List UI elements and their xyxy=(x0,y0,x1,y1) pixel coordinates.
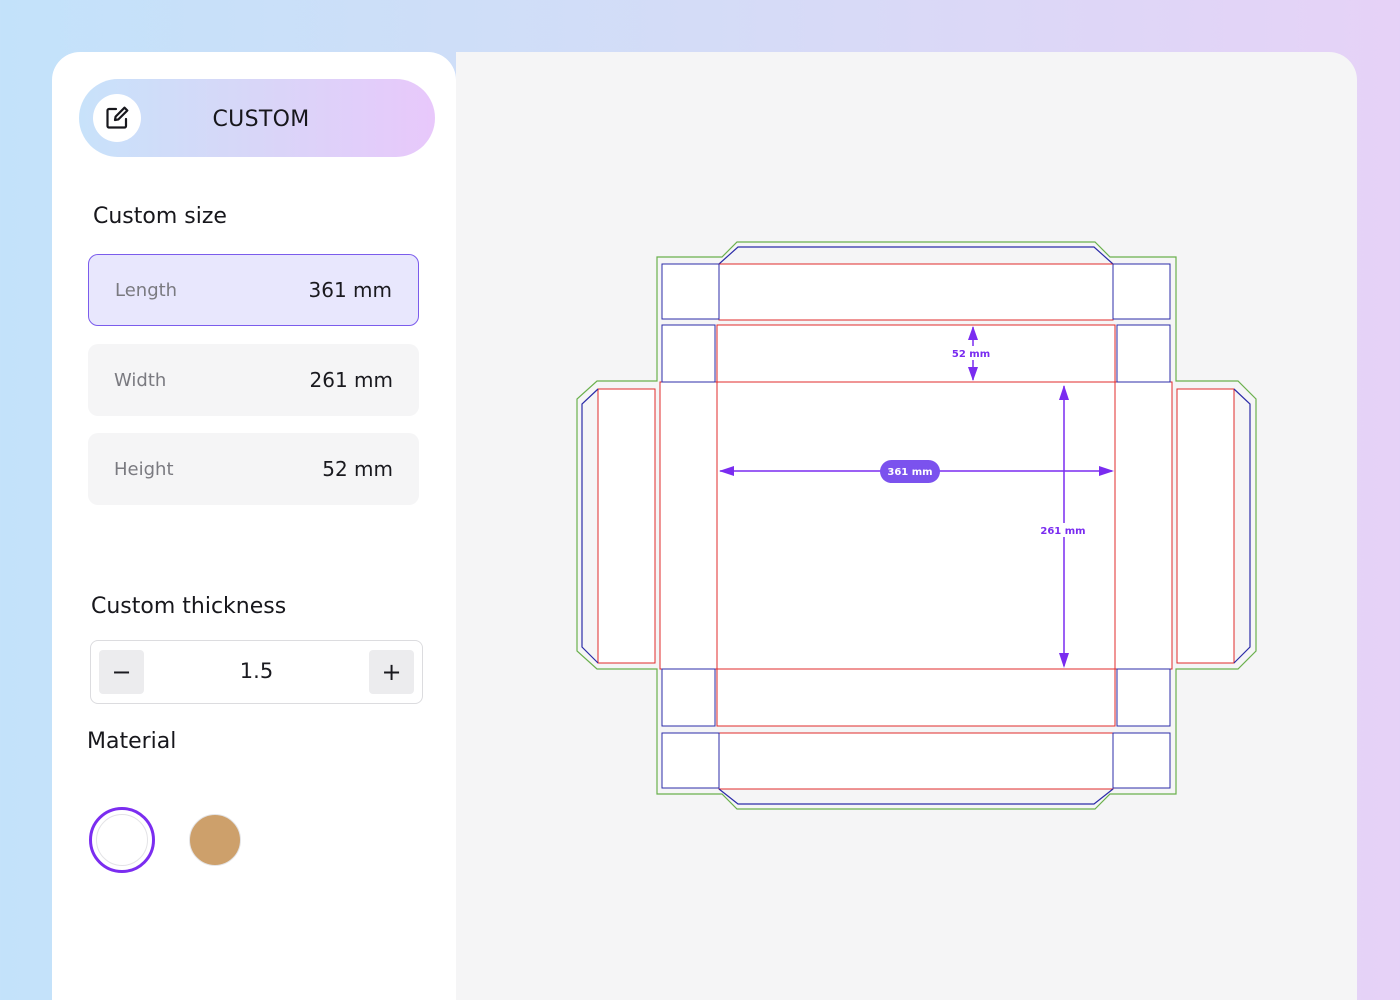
left-outer-flap xyxy=(597,388,656,664)
material-kraft-swatch[interactable] xyxy=(189,814,241,866)
corner-tab-tr-inner xyxy=(1116,324,1171,383)
bottom-flap-tab xyxy=(718,788,1114,805)
width-value: 261 mm xyxy=(309,368,394,392)
material-white-swatch[interactable] xyxy=(89,807,155,873)
thickness-stepper: − 1.5 + xyxy=(90,640,423,704)
left-flap-tab xyxy=(581,388,599,664)
material-white-inner xyxy=(96,814,148,866)
height-field[interactable]: Height 52 mm xyxy=(88,433,419,505)
width-measure-label: 261 mm xyxy=(1040,526,1085,537)
height-value: 52 mm xyxy=(322,457,393,481)
width-label: Width xyxy=(114,369,167,391)
corner-tab-tr-outer xyxy=(1112,263,1171,320)
top-flap-tab xyxy=(718,246,1114,265)
length-field[interactable]: Length 361 mm xyxy=(88,254,419,326)
left-wall xyxy=(659,381,718,670)
width-field[interactable]: Width 261 mm xyxy=(88,344,419,416)
corner-tab-br-outer xyxy=(1112,732,1171,789)
corner-tab-br-inner xyxy=(1116,668,1171,727)
custom-mode-pill[interactable]: CUSTOM xyxy=(79,79,435,157)
custom-size-title: Custom size xyxy=(93,204,227,229)
corner-tab-bl-outer xyxy=(661,732,720,789)
box-dieline: 52 mm 361 mm 261 mm xyxy=(576,241,1257,810)
corner-tab-bl-inner xyxy=(661,668,716,727)
increment-button[interactable]: + xyxy=(369,650,414,694)
length-measure-label: 361 mm xyxy=(887,467,932,478)
thickness-value[interactable]: 1.5 xyxy=(151,641,362,702)
right-outer-flap xyxy=(1176,388,1235,664)
height-measure-label: 52 mm xyxy=(952,349,990,360)
top-outer-flap xyxy=(718,263,1114,321)
top-wall xyxy=(716,324,1116,383)
length-value: 361 mm xyxy=(308,278,393,302)
options-sidebar: CUSTOM Custom size Length 361 mm Width 2… xyxy=(52,52,456,1000)
decrement-button[interactable]: − xyxy=(99,650,144,694)
right-flap-tab xyxy=(1233,388,1251,664)
material-title: Material xyxy=(87,729,177,754)
bottom-outer-flap xyxy=(718,732,1114,790)
corner-tab-tl-inner xyxy=(661,324,716,383)
custom-thickness-title: Custom thickness xyxy=(91,594,287,619)
bottom-wall xyxy=(716,668,1116,727)
header-title: CUSTOM xyxy=(212,107,310,132)
length-label: Length xyxy=(115,279,178,301)
right-wall xyxy=(1114,381,1173,670)
height-label: Height xyxy=(114,458,174,480)
dieline-canvas: 52 mm 361 mm 261 mm xyxy=(456,52,1357,1000)
corner-tab-tl-outer xyxy=(661,263,720,320)
